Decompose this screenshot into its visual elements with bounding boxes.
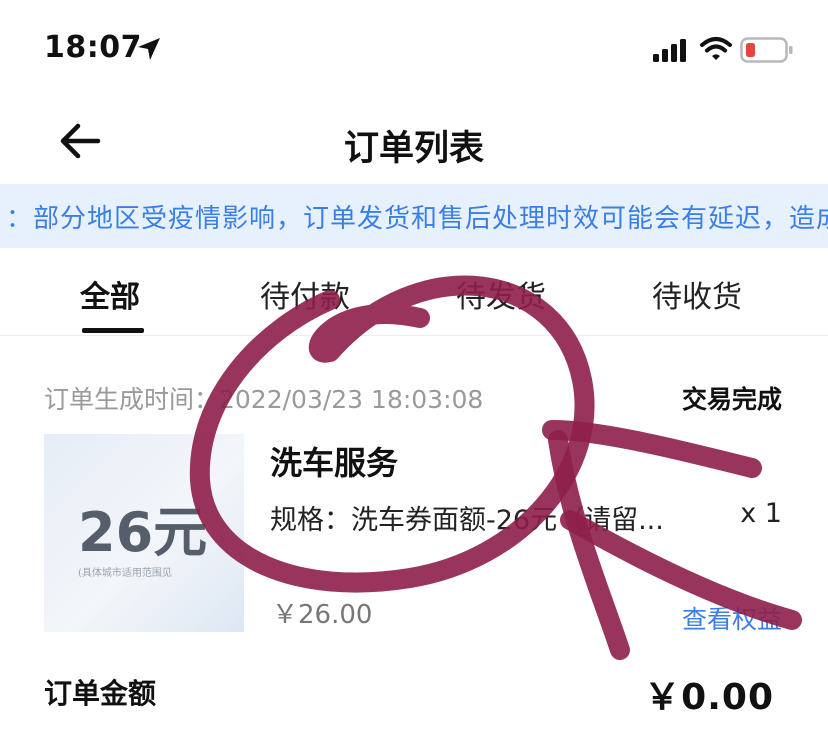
- product-quantity: x 1: [740, 498, 782, 529]
- tab-pending-receipt[interactable]: 待收货: [652, 272, 742, 316]
- tab-pending-shipment[interactable]: 待发货: [456, 272, 546, 316]
- product-spec: 规格：洗车券面额-26元（请留...: [270, 505, 664, 536]
- order-status: 交易完成: [681, 385, 782, 414]
- unit-price: ￥26.00: [272, 600, 373, 630]
- notice-text: ：部分地区受疫情影响，订单发货和售后处理时效可能会有延迟，造成: [6, 204, 828, 234]
- signal-icon: [653, 39, 686, 62]
- order-card[interactable]: 订单生成时间：2022/03/23 18:03:08 交易完成 26元 (具体城…: [0, 336, 828, 738]
- product-thumbnail[interactable]: 26元 (具体城市适用范围见: [44, 434, 244, 632]
- status-time: 18:07: [44, 30, 142, 65]
- active-tab-indicator: [82, 328, 144, 333]
- product-name: 洗车服务: [270, 444, 399, 482]
- location-arrow-icon: [138, 38, 160, 60]
- wifi-icon: [700, 37, 732, 60]
- status-bar: 18:07: [0, 0, 828, 100]
- tab-all[interactable]: 全部: [80, 272, 140, 316]
- thumbnail-note: (具体城市适用范围见: [78, 568, 172, 579]
- order-tabs: 全部 待付款 待发货 待收货: [0, 252, 828, 336]
- view-benefits-link[interactable]: 查看权益: [682, 600, 782, 636]
- nav-bar: 订单列表: [0, 100, 828, 182]
- battery-low-icon: [740, 37, 793, 63]
- page-title: 订单列表: [343, 129, 484, 169]
- order-created-time: 订单生成时间：2022/03/23 18:03:08: [44, 385, 484, 414]
- tab-pending-payment[interactable]: 待付款: [260, 272, 350, 316]
- thumbnail-value: 26元: [78, 501, 208, 564]
- order-amount-label: 订单金额: [44, 677, 157, 710]
- order-amount-value: ￥0.00: [644, 677, 774, 718]
- notice-banner[interactable]: ：部分地区受疫情影响，订单发货和售后处理时效可能会有延迟，造成: [0, 184, 828, 248]
